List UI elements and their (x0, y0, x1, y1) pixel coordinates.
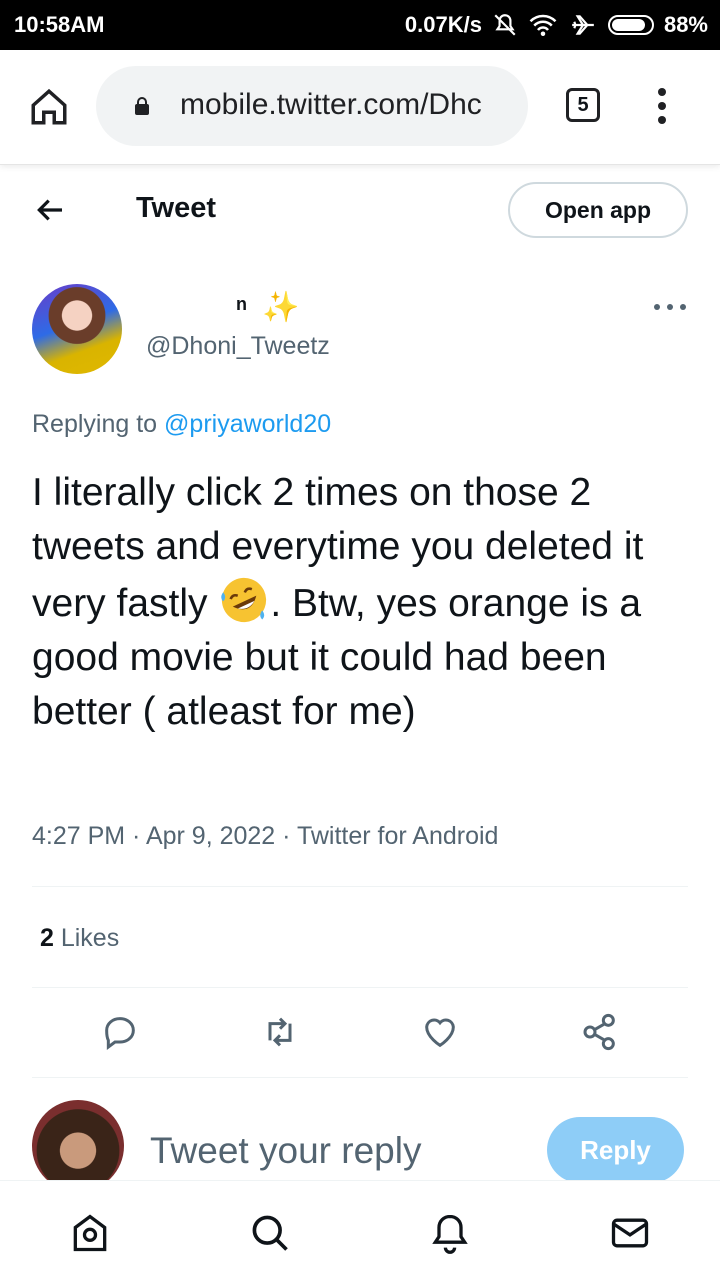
url-text[interactable]: mobile.twitter.com/Dhc (180, 88, 510, 122)
tweet-text: I literally click 2 times on those 2 twe… (32, 466, 692, 739)
likes-count[interactable]: 2 Likes (40, 924, 119, 953)
reply-input[interactable]: Tweet your reply (150, 1130, 421, 1172)
sparkles-icon: ✨ (262, 291, 300, 324)
mention-link[interactable]: @priyaworld20 (164, 410, 331, 438)
reply-icon[interactable] (100, 1010, 140, 1054)
page-title: Tweet (136, 192, 217, 224)
tab-switcher-button[interactable]: 5 (566, 88, 600, 122)
status-time: 10:58AM (14, 12, 105, 37)
battery-icon (607, 15, 654, 35)
author-handle[interactable]: @Dhoni_Tweetz (146, 332, 330, 361)
author-name[interactable]: n (236, 294, 247, 315)
author-avatar[interactable] (32, 284, 122, 374)
browser-menu-icon[interactable] (652, 88, 672, 128)
tweet-metadata: 4:27 PM · Apr 9, 2022 · Twitter for Andr… (32, 822, 499, 850)
tweet-header: Tweet Open app (0, 168, 720, 252)
airplane-icon (572, 15, 594, 35)
status-bar: 10:58AM 0.07K/s 88% (0, 0, 720, 50)
open-app-button[interactable]: Open app (508, 182, 688, 238)
bottom-nav (0, 1180, 720, 1281)
notifications-bell-icon[interactable] (428, 1211, 472, 1255)
address-bar[interactable]: mobile.twitter.com/Dhc (96, 66, 528, 146)
rolling-laughing-emoji-icon (221, 577, 267, 623)
divider (32, 1077, 688, 1078)
reply-button[interactable]: Reply (547, 1117, 684, 1183)
retweet-icon[interactable] (260, 1010, 300, 1054)
replying-to: Replying to @priyaworld20 (32, 410, 331, 439)
wifi-icon (529, 14, 557, 36)
search-icon[interactable] (248, 1211, 292, 1255)
home-icon[interactable] (68, 1211, 112, 1255)
battery-percent: 88% (663, 12, 708, 37)
bell-muted-icon (494, 14, 516, 36)
back-arrow-icon[interactable] (34, 194, 66, 226)
more-options-icon[interactable] (654, 304, 686, 314)
share-icon[interactable] (580, 1010, 620, 1054)
divider (32, 886, 688, 887)
browser-toolbar: mobile.twitter.com/Dhc 5 (0, 50, 720, 165)
user-avatar[interactable] (32, 1100, 124, 1192)
messages-envelope-icon[interactable] (608, 1211, 652, 1255)
likes-label: Likes (53, 924, 120, 952)
divider (32, 987, 688, 988)
home-icon[interactable] (28, 86, 70, 128)
likes-number: 2 (40, 924, 54, 952)
tweet-actions (0, 1010, 720, 1060)
status-icons: 0.07K/s 88% (405, 12, 708, 38)
like-heart-icon[interactable] (420, 1010, 460, 1054)
replying-prefix: Replying to (32, 410, 165, 438)
network-speed: 0.07K/s (404, 12, 482, 37)
lock-icon (135, 97, 149, 115)
